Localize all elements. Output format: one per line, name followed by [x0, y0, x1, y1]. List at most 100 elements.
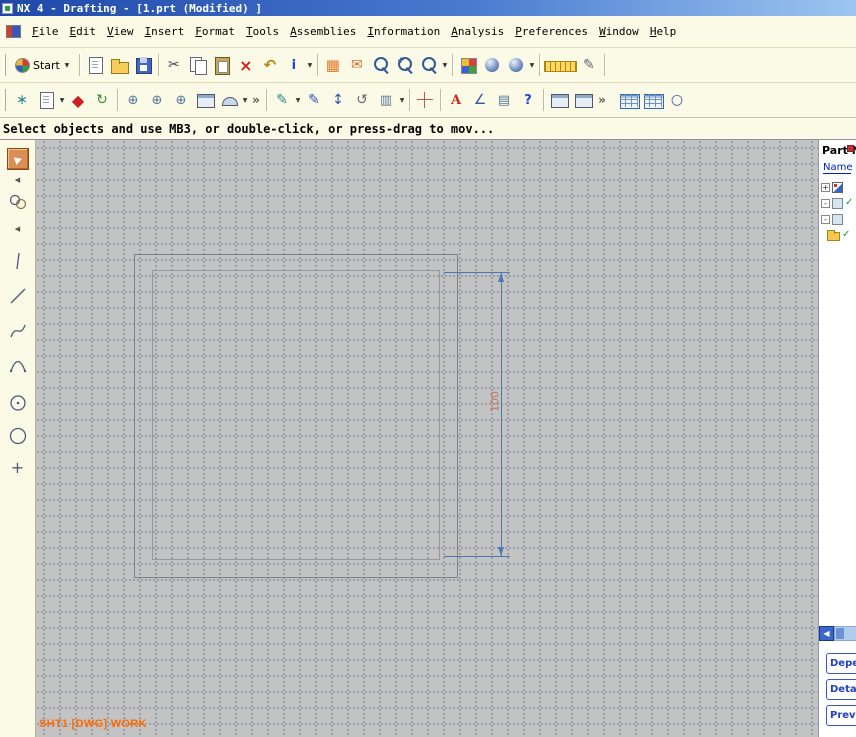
projected-view-icon[interactable]: ⊕	[145, 88, 169, 112]
detail-view-icon[interactable]: ⊕	[169, 88, 193, 112]
annotation-pencil-icon[interactable]: ✎	[302, 88, 326, 112]
scroll-thumb[interactable]	[836, 628, 844, 639]
view-border[interactable]	[152, 270, 440, 560]
spline-icon[interactable]	[8, 321, 28, 344]
panel-pin-icon[interactable]	[847, 145, 854, 152]
drawing-canvas[interactable]: 100 SHT1 [DWG] WORK	[36, 140, 818, 737]
sketch-curve-icon[interactable]: ✎	[270, 88, 294, 112]
rendering-style-icon[interactable]	[504, 53, 528, 77]
drawing-frame-icon[interactable]	[571, 88, 595, 112]
tabular-note-icon[interactable]	[617, 88, 641, 112]
circle-icon[interactable]	[8, 426, 28, 449]
new-sheet-icon[interactable]	[34, 88, 58, 112]
point-target-icon[interactable]	[413, 88, 437, 112]
collapse-left-icon[interactable]: ◀	[15, 225, 20, 233]
zoom-icon[interactable]	[369, 53, 393, 77]
refresh-display-icon[interactable]: ✉	[345, 53, 369, 77]
check-icon: ✓	[842, 229, 851, 240]
toolbar-overflow-icon[interactable]: »	[595, 88, 609, 112]
name-column-header[interactable]: Name	[823, 162, 853, 174]
chevron-down-icon[interactable]: ▼	[58, 88, 66, 112]
parts-list-icon[interactable]	[641, 88, 665, 112]
menu-item-information[interactable]: Information	[367, 25, 440, 38]
menu-item-edit[interactable]: Edit	[70, 25, 97, 38]
circle-tool-icon[interactable]: ○	[665, 88, 689, 112]
collapse-icon[interactable]: -	[821, 214, 830, 224]
circle-center-icon[interactable]	[8, 393, 28, 416]
menu-item-help[interactable]: Help	[650, 25, 677, 38]
undo-icon[interactable]: ↶	[258, 53, 282, 77]
delete-icon[interactable]: ×	[234, 53, 258, 77]
ruler-icon[interactable]	[543, 53, 577, 77]
section-view-icon[interactable]	[217, 88, 241, 112]
line-diagonal-icon[interactable]	[8, 286, 28, 309]
collapse-left-icon[interactable]: ◀	[15, 176, 20, 184]
menu-item-assemblies[interactable]: Assemblies	[290, 25, 356, 38]
toolbar-grip[interactable]	[3, 89, 6, 111]
toolbar-overflow-icon[interactable]: »	[249, 88, 263, 112]
tree-row[interactable]: +	[819, 179, 856, 195]
vertical-dimension-icon[interactable]: ↕	[326, 88, 350, 112]
datum-plane-icon[interactable]: ◆	[66, 88, 90, 112]
table-annotation-icon[interactable]: ▤	[492, 88, 516, 112]
save-icon[interactable]	[131, 53, 155, 77]
tree-row[interactable]: ✓	[819, 227, 856, 243]
details-panel-button[interactable]: Deta	[826, 679, 856, 700]
panel-hscrollbar[interactable]: ◀	[819, 626, 856, 641]
select-tool-icon[interactable]	[6, 148, 29, 170]
menu-item-file[interactable]: File	[32, 25, 59, 38]
open-file-icon[interactable]	[107, 53, 131, 77]
menu-item-insert[interactable]: Insert	[145, 25, 185, 38]
view-frame-icon[interactable]	[547, 88, 571, 112]
chevron-down-icon[interactable]: ▼	[441, 53, 449, 77]
text-annotation-icon[interactable]: A	[444, 88, 468, 112]
point-icon[interactable]: +	[11, 459, 24, 477]
id-symbol-icon[interactable]: ?	[516, 88, 540, 112]
base-view-icon[interactable]: ⊕	[121, 88, 145, 112]
arc-icon[interactable]	[8, 356, 28, 379]
menu-item-analysis[interactable]: Analysis	[451, 25, 504, 38]
chevron-down-icon[interactable]: ▼	[306, 53, 314, 77]
view-layout-icon[interactable]	[193, 88, 217, 112]
tree-row[interactable]: - ✓	[819, 195, 856, 211]
tree-row[interactable]: -	[819, 211, 856, 227]
menu-item-preferences[interactable]: Preferences	[515, 25, 588, 38]
zoom-in-icon[interactable]: +	[393, 53, 417, 77]
menu-item-view[interactable]: View	[107, 25, 134, 38]
drafting-pencil-icon[interactable]: ✎	[577, 53, 601, 77]
display-mode-palette-icon[interactable]	[456, 53, 480, 77]
redo-loop-icon[interactable]: ↺	[350, 88, 374, 112]
shaded-view-icon[interactable]	[480, 53, 504, 77]
copy-icon[interactable]	[186, 53, 210, 77]
update-views-icon[interactable]: ↻	[90, 88, 114, 112]
toolbar-grip[interactable]	[3, 54, 6, 76]
fit-view-icon[interactable]: ▦	[321, 53, 345, 77]
menu-item-window[interactable]: Window	[599, 25, 639, 38]
snap-point-icon[interactable]	[8, 192, 28, 215]
section-grid-icon[interactable]: ▥	[374, 88, 398, 112]
paste-icon[interactable]	[210, 53, 234, 77]
angle-dimension-icon[interactable]: ∠	[468, 88, 492, 112]
sketch-icon[interactable]: ∗	[10, 88, 34, 112]
new-file-icon[interactable]	[83, 53, 107, 77]
collapse-icon[interactable]: -	[821, 198, 830, 208]
expand-icon[interactable]: +	[821, 182, 830, 192]
chevron-down-icon[interactable]: ▼	[398, 88, 406, 112]
scroll-left-icon[interactable]: ◀	[819, 626, 834, 641]
menu-item-tools[interactable]: Tools	[246, 25, 279, 38]
scroll-track[interactable]	[834, 626, 856, 641]
information-window-icon[interactable]: i	[282, 53, 306, 77]
chevron-down-icon[interactable]: ▼	[294, 88, 302, 112]
dimension-line[interactable]	[501, 272, 502, 557]
window-titlebar[interactable]: NX 4 - Drafting - [1.prt (Modified) ]	[0, 0, 856, 16]
preview-panel-button[interactable]: Prev	[826, 705, 856, 726]
chevron-down-icon[interactable]: ▼	[528, 53, 536, 77]
zoom-area-icon[interactable]	[417, 53, 441, 77]
start-button[interactable]: Start ▼	[10, 51, 76, 79]
dependencies-panel-button[interactable]: Depe	[826, 653, 856, 674]
dimension-value[interactable]: 100	[489, 389, 502, 415]
cut-icon[interactable]: ✂	[162, 53, 186, 77]
line-vertical-icon[interactable]	[8, 251, 28, 274]
chevron-down-icon[interactable]: ▼	[241, 88, 249, 112]
menu-item-format[interactable]: Format	[195, 25, 235, 38]
